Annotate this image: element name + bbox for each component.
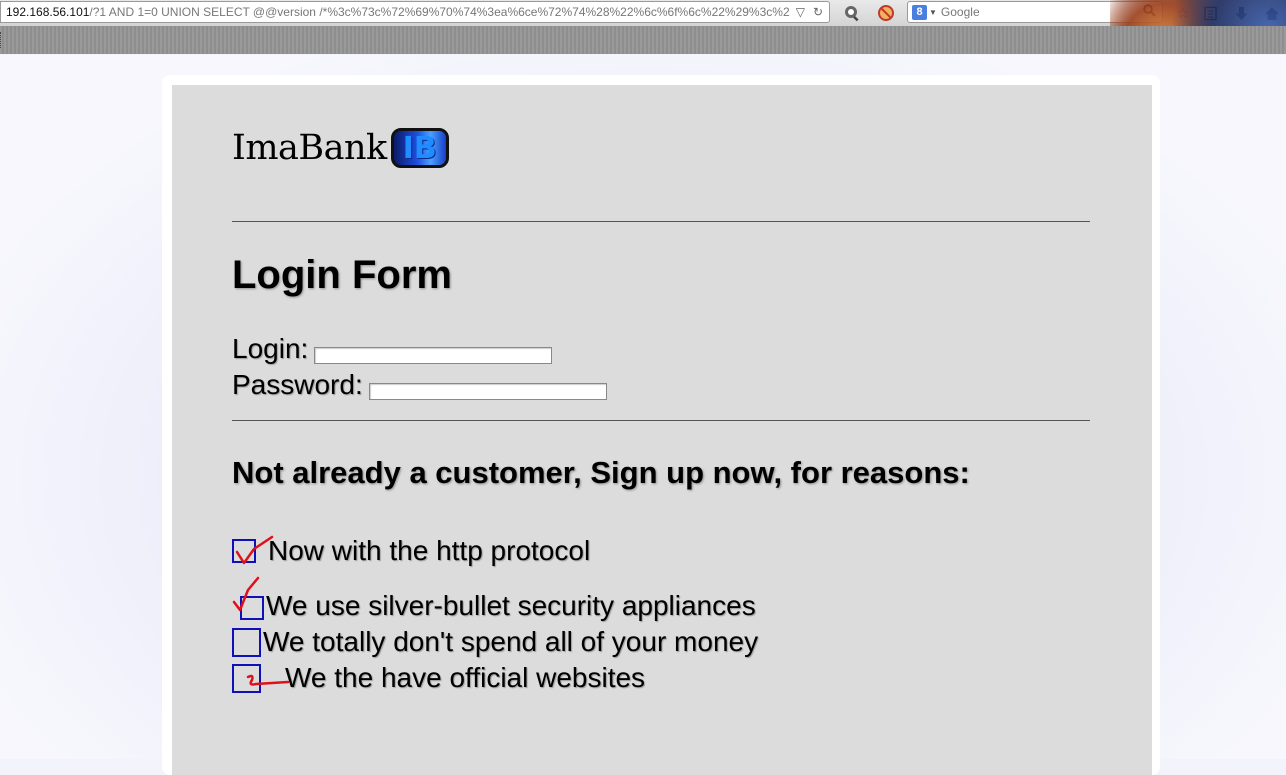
reason-item[interactable]: We the have official websites bbox=[232, 662, 645, 694]
search-engine-icon[interactable]: 8 bbox=[912, 4, 927, 20]
reason-label: We totally don't spend all of your money bbox=[263, 626, 759, 657]
reason-label: Now with the http protocol bbox=[268, 535, 591, 566]
reason-label: We use silver-bullet security appliances bbox=[266, 590, 756, 621]
content-panel: ImaBank IB Login Form Login: Password: N… bbox=[172, 85, 1152, 775]
signup-heading: Not already a customer, Sign up now, for… bbox=[232, 455, 970, 490]
password-field[interactable] bbox=[368, 383, 607, 400]
page-card: ImaBank IB Login Form Login: Password: N… bbox=[162, 75, 1160, 775]
bookmarks-toolbar bbox=[0, 26, 1286, 54]
reason-checkbox[interactable] bbox=[232, 663, 290, 693]
check-mark-icon bbox=[232, 576, 260, 612]
url-text[interactable]: 192.168.56.101/?1 AND 1=0 UNION SELECT @… bbox=[1, 5, 796, 19]
reason-checkbox[interactable] bbox=[232, 576, 264, 620]
dropdown-arrow-icon[interactable]: ▽ bbox=[796, 5, 805, 19]
login-field[interactable] bbox=[314, 347, 553, 364]
reason-item[interactable]: We totally don't spend all of your money bbox=[232, 626, 758, 658]
reason-checkbox[interactable] bbox=[232, 627, 261, 657]
page-viewport: ImaBank IB Login Form Login: Password: N… bbox=[0, 55, 1286, 775]
login-label: Login: bbox=[232, 333, 309, 364]
url-host: 192.168.56.101 bbox=[6, 5, 90, 19]
browser-toolbar: 192.168.56.101/?1 AND 1=0 UNION SELECT @… bbox=[0, 0, 1286, 54]
url-path: /?1 AND 1=0 UNION SELECT @@version /*%3c… bbox=[89, 5, 790, 19]
password-label: Password: bbox=[232, 369, 363, 400]
logo-text: ImaBank bbox=[232, 128, 387, 168]
divider-middle bbox=[232, 420, 1090, 421]
password-row: Password: bbox=[232, 369, 607, 401]
search-addon-icon[interactable] bbox=[842, 3, 862, 23]
blocked-icon[interactable] bbox=[876, 3, 896, 23]
login-row: Login: bbox=[232, 333, 553, 365]
scribble-mark-icon bbox=[246, 674, 290, 686]
logo-badge: IB bbox=[390, 128, 449, 168]
reason-item[interactable]: Now with the http protocol bbox=[232, 535, 590, 567]
reason-checkbox[interactable] bbox=[232, 535, 274, 565]
reload-icon[interactable]: ↻ bbox=[813, 5, 823, 19]
page-title: Login Form bbox=[232, 253, 452, 297]
check-mark-icon bbox=[235, 535, 274, 565]
bank-logo[interactable]: ImaBank IB bbox=[232, 125, 449, 171]
toolbar-grip[interactable] bbox=[0, 32, 4, 48]
reason-item[interactable]: We use silver-bullet security appliances bbox=[232, 576, 756, 622]
address-bar[interactable]: 192.168.56.101/?1 AND 1=0 UNION SELECT @… bbox=[0, 1, 830, 23]
divider-top bbox=[232, 221, 1090, 222]
search-engine-dropdown-icon[interactable]: ▼ bbox=[929, 8, 937, 17]
reason-label: We the have official websites bbox=[285, 662, 646, 693]
